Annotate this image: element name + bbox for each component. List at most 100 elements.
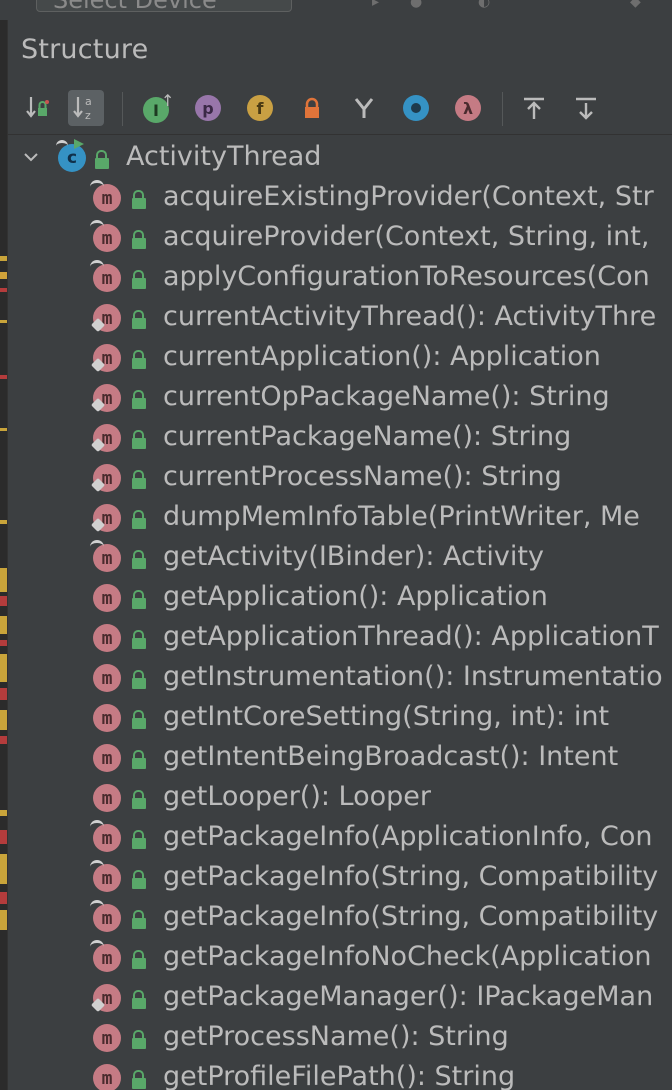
tree-root-activitythread[interactable]: c ActivityThread [8, 138, 672, 178]
method-label: currentActivityThread(): ActivityThre [163, 301, 657, 332]
public-lock-icon [132, 630, 146, 649]
show-inherited-button[interactable]: I ↑ [138, 90, 174, 126]
method-label: getPackageInfo(ApplicationInfo, Con [163, 821, 653, 852]
lambda-icon: λ [455, 95, 481, 121]
tree-row-method[interactable]: m dumpMemInfoTable(PrintWriter, Me [8, 498, 672, 538]
method-icon: m [93, 624, 121, 652]
method-icon: m [90, 464, 121, 493]
method-icon: m [93, 1024, 121, 1052]
sync-icon[interactable]: ◆ [630, 0, 646, 10]
method-label: dumpMemInfoTable(PrintWriter, Me [163, 501, 640, 532]
sort-alphabetically-button[interactable]: a z [68, 90, 104, 126]
method-label: getPackageInfo(String, Compatibility [163, 861, 659, 892]
tree-row-method[interactable]: m currentActivityThread(): ActivityThre [8, 298, 672, 338]
method-label: getInstrumentation(): Instrumentatio [163, 661, 663, 692]
tree-row-method[interactable]: m getApplicationThread(): ApplicationT [8, 618, 672, 658]
public-lock-icon [132, 670, 146, 689]
lock-icon [305, 97, 319, 118]
tree-row-method[interactable]: m getIntCoreSetting(String, int): int [8, 698, 672, 738]
public-lock-icon [132, 910, 146, 929]
chevron-down-icon[interactable] [22, 148, 40, 166]
method-label: getProcessName(): String [163, 1021, 509, 1052]
method-icon: m [90, 820, 121, 852]
public-lock-icon [132, 430, 146, 449]
tree-row-method[interactable]: m currentPackageName(): String [8, 418, 672, 458]
tree-row-method[interactable]: m getPackageInfo(String, Compatibility [8, 898, 672, 938]
show-fields-button[interactable]: f [242, 90, 278, 126]
run-icon[interactable]: ▸ [372, 0, 388, 10]
debug-icon[interactable]: ● [410, 0, 426, 10]
method-label: acquireProvider(Context, String, int, [163, 221, 650, 252]
override-marker-icon [90, 180, 104, 193]
tree-row-method[interactable]: m getActivity(IBinder): Activity [8, 538, 672, 578]
method-icon: m [90, 384, 121, 413]
public-lock-icon [132, 750, 146, 769]
method-icon: m [90, 504, 121, 533]
tree-row-method[interactable]: m getApplication(): Application [8, 578, 672, 618]
show-fields-icon: f [247, 95, 273, 121]
method-icon: m [90, 860, 121, 892]
show-anonymous-button[interactable] [346, 90, 382, 126]
public-lock-icon [132, 990, 146, 1009]
public-lock-icon [132, 310, 146, 329]
tree-row-method[interactable]: m getProcessName(): String [8, 1018, 672, 1058]
method-label: getPackageManager(): IPackageMan [163, 981, 654, 1012]
method-label: getPackageInfoNoCheck(Application [163, 941, 652, 972]
tree-row-method[interactable]: m currentOpPackageName(): String [8, 378, 672, 418]
collapse-all-icon [576, 97, 596, 120]
method-label: getPackageInfo(String, Compatibility [163, 901, 659, 932]
method-label: currentProcessName(): String [163, 461, 562, 492]
svg-text:z: z [85, 109, 91, 122]
method-label: acquireExistingProvider(Context, Str [163, 181, 654, 212]
method-icon: m [90, 984, 121, 1013]
method-icon: m [93, 1064, 121, 1090]
sort-by-visibility-icon [26, 97, 49, 118]
device-select[interactable]: Select Device [36, 0, 292, 13]
tree-row-method[interactable]: m getPackageInfo(ApplicationInfo, Con [8, 818, 672, 858]
public-lock-icon [95, 150, 109, 169]
tree-row-method[interactable]: m getProfileFilePath(): String [8, 1058, 672, 1090]
method-icon: m [90, 260, 121, 292]
tree-row-method[interactable]: m applyConfigurationToResources(Con [8, 258, 672, 298]
show-lambda-button[interactable]: λ [450, 90, 486, 126]
expand-all-button[interactable] [516, 90, 552, 126]
tree-row-method[interactable]: m currentProcessName(): String [8, 458, 672, 498]
show-lambdas-button[interactable] [398, 90, 434, 126]
override-marker-icon [90, 260, 104, 273]
method-icon: m [93, 664, 121, 692]
public-lock-icon [132, 790, 146, 809]
override-marker-icon [90, 860, 104, 873]
tree-row-method[interactable]: m getPackageInfo(String, Compatibility [8, 858, 672, 898]
override-marker-icon [90, 820, 104, 833]
tree-row-method[interactable]: m getLooper(): Looper [8, 778, 672, 818]
show-properties-button[interactable]: p [190, 90, 226, 126]
tree-row-method[interactable]: m getPackageManager(): IPackageMan [8, 978, 672, 1018]
tree-row-method[interactable]: m acquireExistingProvider(Context, Str [8, 178, 672, 218]
public-lock-icon [132, 190, 146, 209]
collapse-all-button[interactable] [568, 90, 604, 126]
public-lock-icon [132, 510, 146, 529]
profile-icon[interactable]: ◐ [478, 0, 494, 10]
method-label: getApplication(): Application [163, 581, 548, 612]
tree-row-method[interactable]: m getInstrumentation(): Instrumentatio [8, 658, 672, 698]
tree-row-method[interactable]: m getPackageInfoNoCheck(Application [8, 938, 672, 978]
public-lock-icon [132, 350, 146, 369]
method-label: currentPackageName(): String [163, 421, 572, 452]
tree-row-method[interactable]: m getIntentBeingBroadcast(): Intent [8, 738, 672, 778]
top-toolbar: Select Device ▸ ● ◐ ◆ [0, 0, 672, 21]
tree-row-method[interactable]: m currentApplication(): Application [8, 338, 672, 378]
tree-row-method[interactable]: m acquireProvider(Context, String, int, [8, 218, 672, 258]
sort-by-visibility-button[interactable] [20, 90, 56, 126]
structure-toolbar: a z I ↑ p f λ [8, 82, 672, 135]
method-label: getApplicationThread(): ApplicationT [163, 621, 659, 652]
method-icon: m [93, 704, 121, 732]
show-properties-icon: p [195, 95, 221, 121]
show-non-public-button[interactable] [294, 90, 330, 126]
method-label: getProfileFilePath(): String [163, 1061, 516, 1090]
override-marker-icon [90, 220, 104, 233]
sort-alphabetically-icon: a z [73, 95, 92, 122]
method-icon: m [90, 940, 121, 972]
public-lock-icon [132, 470, 146, 489]
method-label: getIntCoreSetting(String, int): int [163, 701, 610, 732]
method-icon: m [93, 584, 121, 612]
